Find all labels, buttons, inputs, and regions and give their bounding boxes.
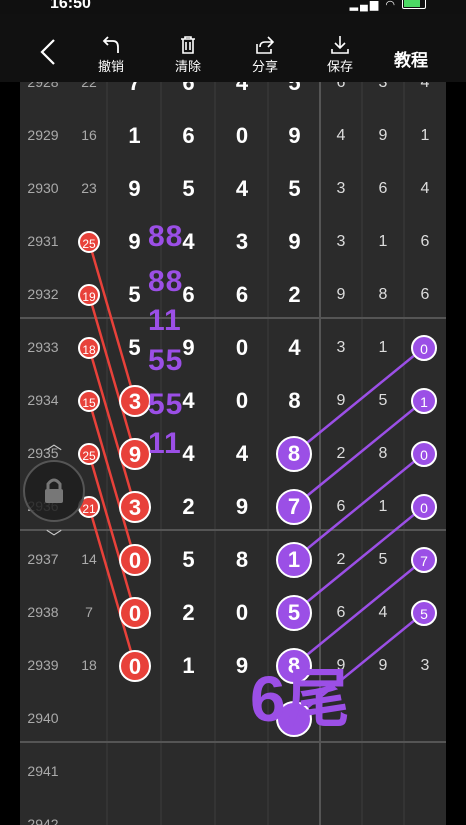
- battery-icon: [402, 0, 426, 9]
- sum-highlight-badge[interactable]: 25: [78, 230, 100, 253]
- overlay-number: 55: [148, 388, 184, 421]
- overlay-number: 88: [148, 265, 184, 298]
- lock-button[interactable]: [23, 460, 85, 522]
- status-time: 16:50: [50, 0, 91, 12]
- undo-icon: [102, 36, 119, 53]
- tail-highlight-purple[interactable]: 7: [411, 546, 437, 573]
- tutorial-button[interactable]: 教程: [394, 46, 428, 71]
- tail-highlight-purple[interactable]: 0: [411, 334, 437, 361]
- sum-highlight-badge[interactable]: 15: [78, 389, 100, 412]
- overlay-number: 11: [148, 427, 182, 460]
- toolbar: 撤销 清除 分享 保存 教程: [0, 14, 466, 82]
- overlay-number: 11: [148, 304, 182, 337]
- share-icon: [256, 36, 275, 54]
- lock-icon: [45, 478, 63, 503]
- digit-highlight-red[interactable]: 3: [119, 384, 151, 417]
- caret-down-icon[interactable]: ﹀: [46, 524, 62, 548]
- undo-button[interactable]: 撤销: [86, 34, 136, 75]
- undo-label: 撤销: [97, 59, 124, 74]
- sum-highlight-badge[interactable]: 18: [78, 336, 100, 359]
- digit-highlight-red[interactable]: 9: [119, 437, 151, 470]
- share-label: 分享: [251, 59, 278, 74]
- tail-highlight-purple[interactable]: 0: [411, 493, 437, 520]
- digit-highlight-red[interactable]: 0: [119, 649, 151, 682]
- trash-icon: [181, 36, 195, 54]
- digit-highlight-purple[interactable]: 7: [276, 488, 312, 525]
- digit-highlight-purple[interactable]: 1: [276, 541, 312, 578]
- overlay-number: 55: [148, 344, 184, 377]
- connector-line: [293, 452, 425, 561]
- digit-highlight-red[interactable]: 0: [119, 596, 151, 629]
- connector-line: [293, 505, 425, 614]
- back-icon[interactable]: [38, 38, 60, 66]
- clear-label: 清除: [174, 59, 201, 74]
- save-label: 保存: [326, 59, 353, 74]
- tail-highlight-purple[interactable]: 1: [411, 387, 437, 414]
- connector-line: [293, 399, 425, 508]
- download-icon: [331, 36, 349, 54]
- status-icons: ▂▄▆ ◠: [350, 0, 426, 11]
- overlay-number: 88: [148, 220, 184, 253]
- clear-button[interactable]: 清除: [163, 34, 213, 75]
- digit-highlight-red[interactable]: 3: [119, 490, 151, 523]
- connector-line: [293, 346, 425, 455]
- digit-highlight-purple[interactable]: 8: [276, 435, 312, 472]
- tail-highlight-purple[interactable]: 0: [411, 440, 437, 467]
- save-button[interactable]: 保存: [315, 34, 365, 75]
- caret-up-icon[interactable]: ︿: [46, 430, 62, 454]
- digit-highlight-purple[interactable]: 5: [276, 594, 312, 631]
- trend-board[interactable]: 2928 22 7 6 4 5 6 3 4 2929 16 1 6 0 9 4 9 1 2930 23 9 5 4 5 3 6 4 2…: [20, 82, 446, 825]
- status-bar: 16:50 ▂▄▆ ◠: [0, 0, 466, 14]
- digit-highlight-red[interactable]: 0: [119, 543, 151, 576]
- sum-highlight-badge[interactable]: 19: [78, 283, 100, 306]
- tail-highlight-purple[interactable]: 5: [411, 599, 437, 626]
- share-button[interactable]: 分享: [240, 34, 290, 75]
- annotation-text: 6尾: [250, 663, 350, 735]
